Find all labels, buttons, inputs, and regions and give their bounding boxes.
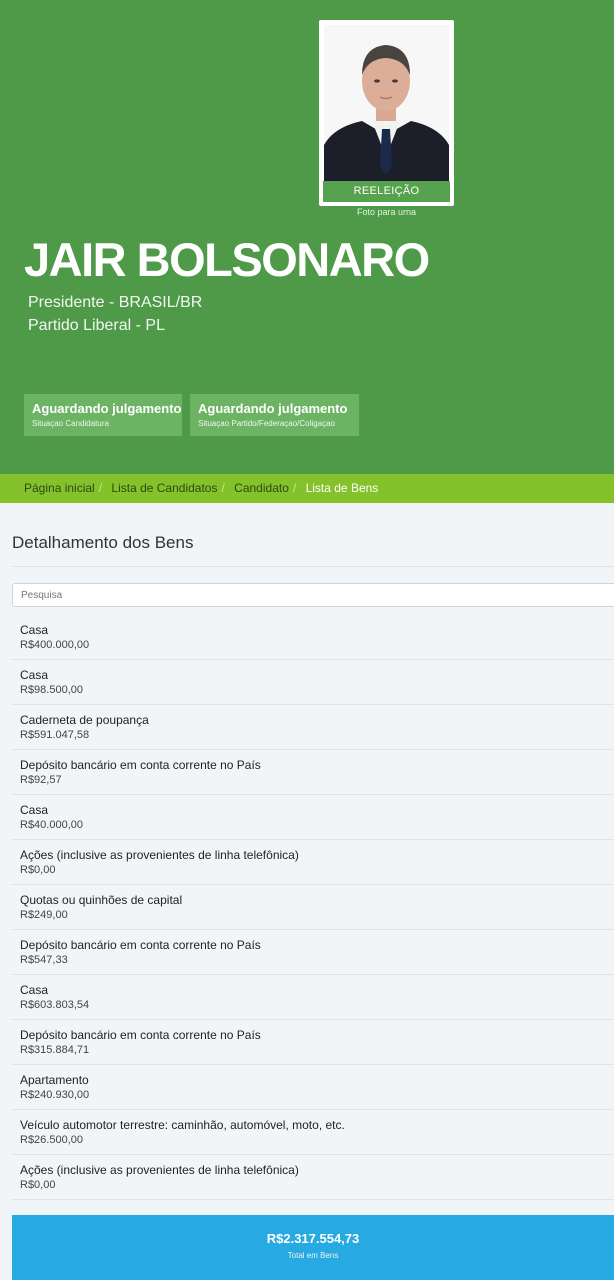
total-assets-label: Total em Bens bbox=[287, 1251, 339, 1260]
breadcrumb-candidates-link[interactable]: Lista de Candidatos bbox=[111, 481, 217, 495]
search-input[interactable] bbox=[12, 583, 614, 607]
asset-label: Depósito bancário em conta corrente no P… bbox=[20, 758, 261, 772]
list-item: Ações (inclusive as provenientes de linh… bbox=[12, 840, 614, 885]
candidate-header: REELEIÇÃO Foto para urna JAIR BOLSONARO … bbox=[0, 0, 614, 474]
candidacy-status-subtitle: Situaçao Candidatura bbox=[32, 419, 109, 428]
asset-label: Veículo automotor terrestre: caminhão, a… bbox=[20, 1118, 345, 1132]
asset-value: R$0,00 bbox=[20, 864, 56, 876]
asset-label: Depósito bancário em conta corrente no P… bbox=[20, 938, 261, 952]
asset-value: R$40.000,00 bbox=[20, 819, 83, 831]
asset-list: Casa R$400.000,00 Casa R$98.500,00 Caderneta… bbox=[12, 615, 614, 1200]
photo-caption: Foto para urna bbox=[356, 207, 417, 217]
reelection-badge: REELEIÇÃO bbox=[323, 181, 450, 202]
candidate-name: JAIR BOLSONARO bbox=[24, 233, 430, 286]
list-item: Depósito bancário em conta corrente no P… bbox=[12, 750, 614, 795]
list-item: Depósito bancário em conta corrente no P… bbox=[12, 1020, 614, 1065]
list-item: Casa R$98.500,00 bbox=[12, 660, 614, 705]
list-item: Ações (inclusive as provenientes de linh… bbox=[12, 1155, 614, 1200]
candidacy-status-title: Aguardando julgamento bbox=[32, 401, 182, 416]
list-item: Casa R$400.000,00 bbox=[12, 615, 614, 660]
asset-value: R$603.803,54 bbox=[20, 999, 90, 1011]
asset-value: R$26.500,00 bbox=[20, 1134, 83, 1146]
asset-label: Quotas ou quinhões de capital bbox=[20, 893, 183, 907]
list-item: Casa R$603.803,54 bbox=[12, 975, 614, 1020]
asset-value: R$0,00 bbox=[20, 1179, 56, 1191]
party-status-badge: Aguardando julgamento Situaçao Partido/F… bbox=[190, 394, 359, 436]
list-item: Caderneta de poupança R$591.047,58 bbox=[12, 705, 614, 750]
breadcrumb: Página inicial / Lista de Candidatos / Can… bbox=[0, 474, 614, 503]
asset-value: R$591.047,58 bbox=[20, 729, 90, 741]
asset-value: R$547,33 bbox=[20, 954, 68, 966]
asset-label: Apartamento bbox=[20, 1073, 89, 1087]
asset-label: Depósito bancário em conta corrente no P… bbox=[20, 1028, 261, 1042]
candidate-photo bbox=[324, 25, 449, 182]
asset-label: Ações (inclusive as provenientes de linh… bbox=[20, 848, 299, 862]
asset-label: Casa bbox=[20, 668, 49, 682]
candidate-photo-card: REELEIÇÃO bbox=[319, 20, 454, 206]
asset-value: R$92,57 bbox=[20, 774, 62, 786]
breadcrumb-separator: / bbox=[221, 481, 225, 495]
breadcrumb-home-link[interactable]: Página inicial bbox=[24, 481, 95, 495]
list-item: Depósito bancário em conta corrente no P… bbox=[12, 930, 614, 975]
candidate-party: Partido Liberal - PL bbox=[28, 317, 165, 334]
breadcrumb-candidate-link[interactable]: Candidato bbox=[234, 481, 289, 495]
candidate-portrait-image bbox=[324, 25, 449, 182]
asset-value: R$240.930,00 bbox=[20, 1089, 90, 1101]
section-title: Detalhamento dos Bens bbox=[12, 533, 194, 552]
asset-value: R$98.500,00 bbox=[20, 684, 83, 696]
list-item: Quotas ou quinhões de capital R$249,00 bbox=[12, 885, 614, 930]
asset-value: R$315.884,71 bbox=[20, 1044, 90, 1056]
total-assets-amount: R$2.317.554,73 bbox=[266, 1231, 360, 1246]
asset-label: Caderneta de poupança bbox=[20, 713, 149, 727]
list-item: Casa R$40.000,00 bbox=[12, 795, 614, 840]
asset-label: Casa bbox=[20, 623, 49, 637]
breadcrumb-separator: / bbox=[292, 481, 297, 495]
party-status-title: Aguardando julgamento bbox=[198, 401, 348, 416]
breadcrumb-current: Lista de Bens bbox=[305, 481, 379, 495]
candidate-role: Presidente - BRASIL/BR bbox=[28, 294, 203, 311]
breadcrumb-separator: / bbox=[98, 481, 103, 495]
list-item: Veículo automotor terrestre: caminhão, a… bbox=[12, 1110, 614, 1155]
asset-label: Casa bbox=[20, 803, 49, 817]
candidacy-status-badge: Aguardando julgamento Situaçao Candidatu… bbox=[24, 394, 182, 436]
asset-value: R$400.000,00 bbox=[20, 639, 90, 651]
asset-label: Ações (inclusive as provenientes de linh… bbox=[20, 1163, 299, 1177]
asset-label: Casa bbox=[20, 983, 49, 997]
section-divider bbox=[12, 566, 614, 567]
party-status-subtitle: Situaçao Partido/Federaçao/Coligaçao bbox=[198, 419, 335, 428]
total-assets-bar: R$2.317.554,73 Total em Bens bbox=[12, 1215, 614, 1280]
asset-value: R$249,00 bbox=[20, 909, 68, 921]
list-item: Apartamento R$240.930,00 bbox=[12, 1065, 614, 1110]
